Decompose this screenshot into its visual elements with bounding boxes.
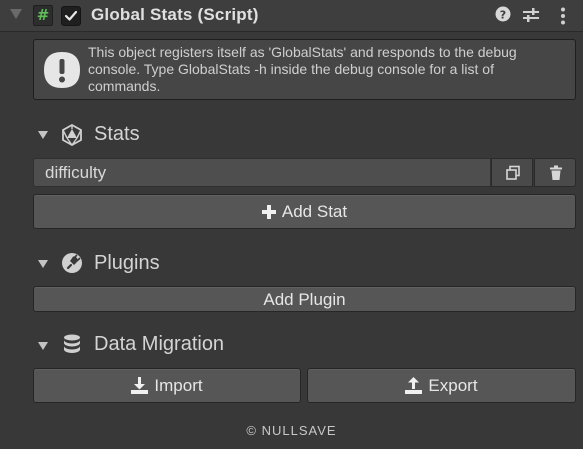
delete-stat-button[interactable]: [534, 158, 576, 187]
info-exclamation-icon: [44, 52, 80, 88]
script-icon: #: [33, 5, 53, 26]
plugins-section-title: Plugins: [94, 252, 160, 274]
import-label: Import: [154, 376, 203, 395]
export-icon: [405, 377, 423, 394]
plug-icon: [62, 253, 82, 273]
add-stat-label: Add Stat: [281, 202, 348, 221]
help-text: This object registers itself as 'GlobalS…: [88, 44, 517, 94]
data-migration-section-title: Data Migration: [94, 333, 225, 355]
add-plugin-button[interactable]: Add Plugin: [33, 286, 576, 312]
add-stat-button[interactable]: Add Stat: [33, 194, 576, 229]
stats-foldout-arrow-icon[interactable]: [38, 131, 48, 139]
enable-checkbox[interactable]: [61, 6, 81, 26]
add-plugin-label: Add Plugin: [263, 290, 346, 309]
database-icon: [64, 334, 80, 353]
export-button[interactable]: Export: [307, 368, 576, 403]
presets-icon[interactable]: [523, 8, 539, 22]
footer-copyright: © NULLSAVE: [246, 423, 337, 438]
foldout-arrow-icon[interactable]: [10, 9, 22, 19]
context-menu-icon[interactable]: [560, 7, 566, 25]
d20-dice-icon: [62, 124, 82, 146]
duplicate-stat-button[interactable]: [491, 158, 533, 187]
export-label: Export: [428, 376, 478, 395]
data-migration-foldout-arrow-icon[interactable]: [38, 342, 48, 350]
copy-icon: [506, 165, 520, 180]
stat-name-value: difficulty: [45, 163, 107, 182]
plus-icon: [261, 204, 276, 219]
help-icon[interactable]: ?: [495, 6, 511, 22]
stat-name-field[interactable]: difficulty: [33, 158, 491, 187]
svg-text:?: ?: [500, 8, 506, 21]
component-header[interactable]: # Global Stats (Script) ?: [0, 0, 583, 32]
trash-icon: [550, 165, 562, 180]
stats-section-title: Stats: [94, 123, 140, 145]
component-title: Global Stats (Script): [91, 5, 259, 24]
checkmark-icon: [64, 10, 78, 21]
import-icon: [131, 377, 149, 394]
plugins-foldout-arrow-icon[interactable]: [38, 260, 48, 268]
help-box: This object registers itself as 'GlobalS…: [33, 39, 576, 100]
import-button[interactable]: Import: [33, 368, 301, 403]
